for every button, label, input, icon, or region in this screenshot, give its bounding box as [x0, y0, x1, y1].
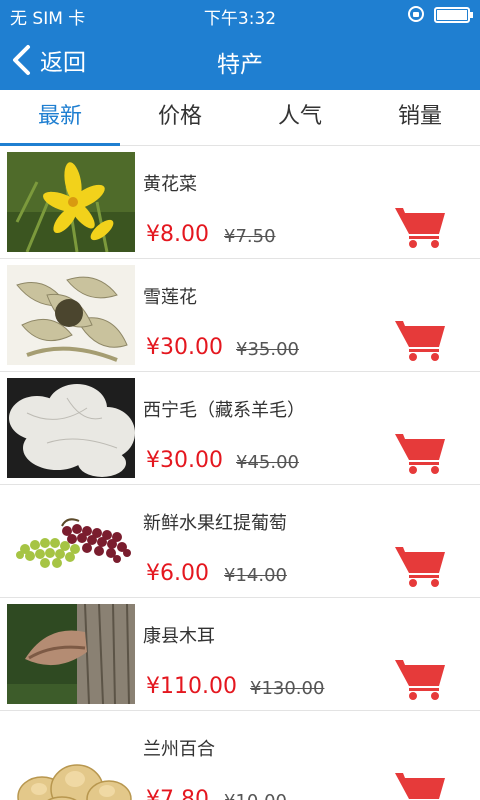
battery-icon: [434, 7, 473, 23]
product-name: 新鲜水果红提葡萄: [143, 513, 287, 534]
product-name: 兰州百合: [143, 739, 215, 760]
product-list: 黄花菜 ¥8.00 ¥7.50 雪莲花 ¥30.00 ¥35.00 西宁毛（藏系…: [0, 146, 480, 800]
page-title: 特产: [217, 52, 263, 78]
tab-popularity[interactable]: 人气: [240, 90, 360, 145]
product-image: [7, 491, 135, 591]
add-to-cart-icon[interactable]: [395, 432, 447, 474]
product-old-price: ¥10.00: [224, 791, 287, 800]
product-price: ¥6.00: [146, 561, 209, 586]
tab-price[interactable]: 价格: [120, 90, 240, 145]
list-item[interactable]: 新鲜水果红提葡萄 ¥6.00 ¥14.00: [0, 485, 480, 598]
product-old-price: ¥45.00: [236, 452, 299, 473]
product-name: 西宁毛（藏系羊毛）: [143, 400, 305, 421]
product-image: [7, 604, 135, 704]
product-price: ¥30.00: [146, 448, 223, 473]
product-price: ¥30.00: [146, 335, 223, 360]
product-image: [7, 152, 135, 252]
list-item[interactable]: 兰州百合 ¥7.80 ¥10.00: [0, 711, 480, 800]
list-item[interactable]: 黄花菜 ¥8.00 ¥7.50: [0, 146, 480, 259]
add-to-cart-icon[interactable]: [395, 206, 447, 248]
list-item[interactable]: 康县木耳 ¥110.00 ¥130.00: [0, 598, 480, 711]
product-image: [7, 717, 135, 800]
product-old-price: ¥7.50: [224, 226, 276, 247]
product-old-price: ¥35.00: [236, 339, 299, 360]
status-bar: 无 SIM 卡 下午3:32: [0, 0, 480, 30]
product-name: 雪莲花: [143, 287, 197, 308]
add-to-cart-icon[interactable]: [395, 545, 447, 587]
product-price: ¥7.80: [146, 787, 209, 800]
rotation-lock-icon: [408, 6, 424, 22]
product-old-price: ¥14.00: [224, 565, 287, 586]
product-old-price: ¥130.00: [250, 678, 325, 699]
add-to-cart-icon[interactable]: [395, 771, 447, 800]
product-price: ¥8.00: [146, 222, 209, 247]
list-item[interactable]: 雪莲花 ¥30.00 ¥35.00: [0, 259, 480, 372]
tab-latest[interactable]: 最新: [0, 90, 120, 146]
product-name: 康县木耳: [143, 626, 215, 647]
tab-sales[interactable]: 销量: [360, 90, 480, 145]
product-name: 黄花菜: [143, 174, 197, 195]
add-to-cart-icon[interactable]: [395, 658, 447, 700]
product-price: ¥110.00: [146, 674, 237, 699]
sort-tabs: 最新 价格 人气 销量: [0, 90, 480, 146]
nav-bar: 返回 特产: [0, 30, 480, 90]
product-image: [7, 265, 135, 365]
list-item[interactable]: 西宁毛（藏系羊毛） ¥30.00 ¥45.00: [0, 372, 480, 485]
add-to-cart-icon[interactable]: [395, 319, 447, 361]
product-image: [7, 378, 135, 478]
